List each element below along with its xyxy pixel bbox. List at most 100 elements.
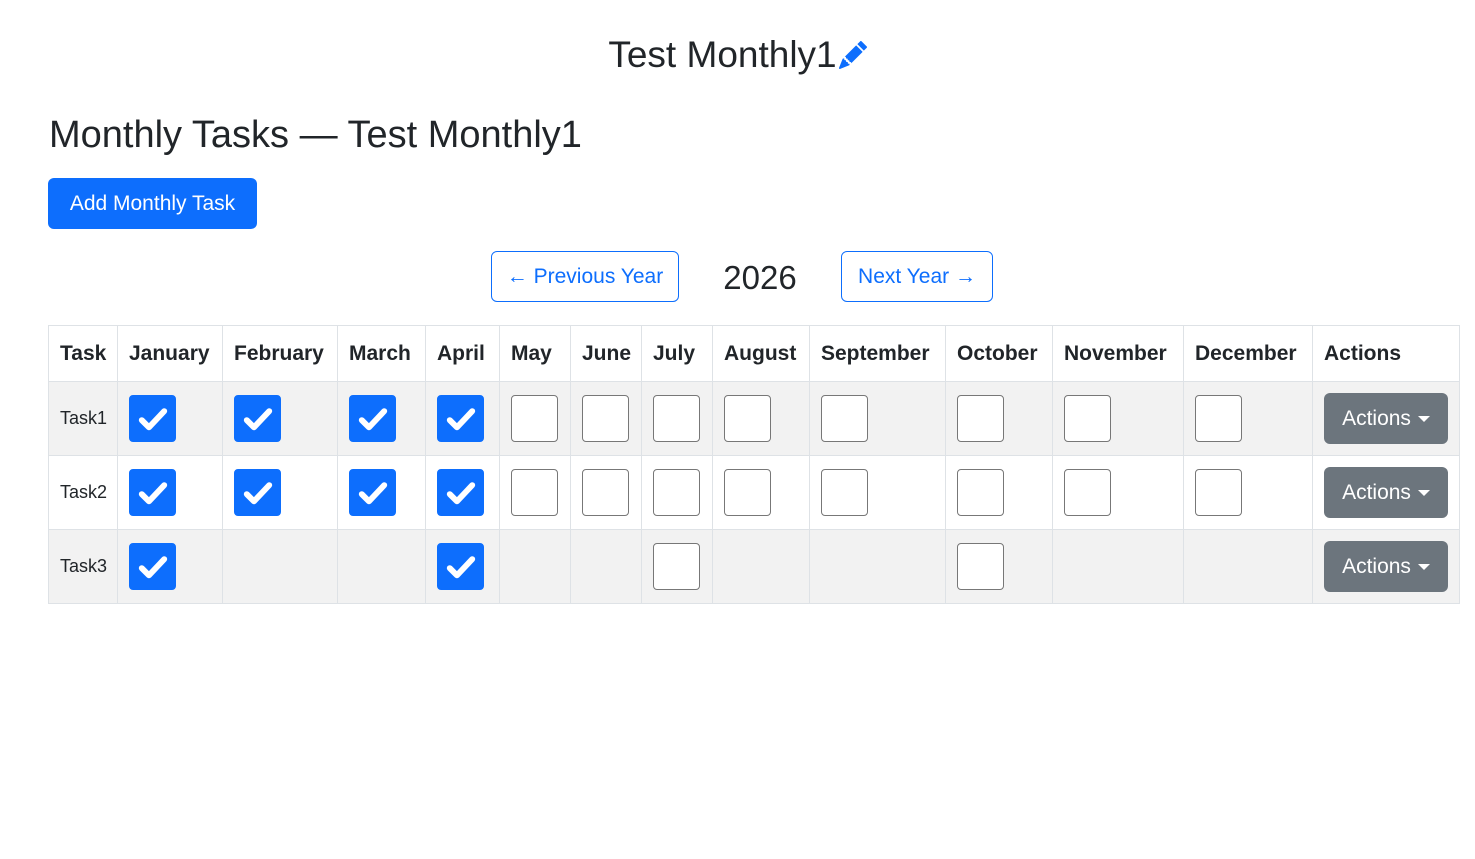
month-checkbox-august[interactable]	[724, 395, 771, 442]
month-cell-december	[1183, 455, 1313, 530]
month-checkbox-july[interactable]	[653, 469, 700, 516]
month-checkbox-july[interactable]	[653, 543, 700, 590]
task-name: Task1	[48, 381, 118, 456]
list-title-header: Test Monthly1	[0, 30, 1475, 80]
column-header-march: March	[337, 325, 426, 382]
month-checkbox-february[interactable]	[234, 469, 281, 516]
caret-down-icon	[1417, 415, 1430, 422]
actions-label: Actions	[1342, 480, 1411, 504]
month-cell-october	[945, 529, 1053, 604]
month-checkbox-october[interactable]	[957, 469, 1004, 516]
previous-year-button[interactable]: ← Previous Year	[491, 251, 679, 302]
column-header-january: January	[117, 325, 223, 382]
caret-down-icon	[1417, 489, 1430, 496]
checkmark-icon	[243, 482, 273, 505]
month-checkbox-january[interactable]	[129, 469, 176, 516]
month-cell-april	[425, 381, 500, 456]
column-header-may: May	[499, 325, 571, 382]
table-row: Task1 Actions	[48, 381, 1460, 456]
current-year: 2026	[723, 259, 797, 296]
month-cell-may	[499, 381, 571, 456]
month-cell-july	[641, 455, 713, 530]
month-cell-december	[1183, 529, 1313, 604]
column-header-task: Task	[48, 325, 118, 382]
month-checkbox-april[interactable]	[437, 469, 484, 516]
checkmark-icon	[243, 408, 273, 431]
month-cell-april	[425, 455, 500, 530]
column-header-april: April	[425, 325, 500, 382]
month-cell-january	[117, 381, 223, 456]
column-header-august: August	[712, 325, 810, 382]
month-checkbox-november[interactable]	[1064, 395, 1111, 442]
checkmark-icon	[358, 482, 388, 505]
actions-label: Actions	[1342, 554, 1411, 578]
list-title: Test Monthly1	[608, 34, 837, 75]
month-cell-september	[809, 381, 946, 456]
month-cell-september	[809, 529, 946, 604]
add-monthly-task-button[interactable]: Add Monthly Task	[48, 178, 257, 229]
month-checkbox-october[interactable]	[957, 395, 1004, 442]
month-checkbox-march[interactable]	[349, 395, 396, 442]
month-cell-april	[425, 529, 500, 604]
actions-dropdown-button[interactable]: Actions	[1324, 393, 1448, 444]
month-checkbox-may[interactable]	[511, 395, 558, 442]
month-cell-february	[222, 529, 338, 604]
month-cell-august	[712, 381, 810, 456]
month-checkbox-january[interactable]	[129, 543, 176, 590]
month-cell-october	[945, 455, 1053, 530]
month-cell-october	[945, 381, 1053, 456]
month-checkbox-january[interactable]	[129, 395, 176, 442]
table-body: Task1 Actions Task2 Actions Task3 Actions	[48, 381, 1460, 604]
month-cell-june	[570, 455, 642, 530]
month-checkbox-september[interactable]	[821, 469, 868, 516]
month-checkbox-june[interactable]	[582, 395, 629, 442]
checkmark-icon	[446, 408, 476, 431]
month-cell-february	[222, 381, 338, 456]
month-checkbox-august[interactable]	[724, 469, 771, 516]
month-cell-september	[809, 455, 946, 530]
actions-dropdown-button[interactable]: Actions	[1324, 467, 1448, 518]
month-checkbox-march[interactable]	[349, 469, 396, 516]
month-checkbox-october[interactable]	[957, 543, 1004, 590]
month-cell-august	[712, 455, 810, 530]
page-heading: Monthly Tasks — Test Monthly1	[49, 114, 582, 156]
column-header-june: June	[570, 325, 642, 382]
month-cell-january	[117, 529, 223, 604]
month-checkbox-april[interactable]	[437, 543, 484, 590]
month-checkbox-february[interactable]	[234, 395, 281, 442]
actions-cell: Actions	[1312, 381, 1460, 456]
actions-cell: Actions	[1312, 529, 1460, 604]
month-checkbox-july[interactable]	[653, 395, 700, 442]
checkmark-icon	[446, 556, 476, 579]
month-checkbox-may[interactable]	[511, 469, 558, 516]
checkmark-icon	[138, 482, 168, 505]
month-cell-march	[337, 529, 426, 604]
month-checkbox-april[interactable]	[437, 395, 484, 442]
month-cell-july	[641, 529, 713, 604]
month-checkbox-december[interactable]	[1195, 469, 1242, 516]
month-checkbox-june[interactable]	[582, 469, 629, 516]
month-cell-june	[570, 529, 642, 604]
month-cell-december	[1183, 381, 1313, 456]
column-header-actions: Actions	[1312, 325, 1460, 382]
column-header-september: September	[809, 325, 946, 382]
task-name: Task2	[48, 455, 118, 530]
month-cell-february	[222, 455, 338, 530]
actions-label: Actions	[1342, 406, 1411, 430]
pencil-icon[interactable]	[838, 32, 867, 69]
month-cell-june	[570, 381, 642, 456]
month-checkbox-september[interactable]	[821, 395, 868, 442]
column-header-december: December	[1183, 325, 1313, 382]
table-header-row: Task January February March April May Ju…	[48, 325, 1460, 382]
actions-dropdown-button[interactable]: Actions	[1324, 541, 1448, 592]
month-cell-november	[1052, 455, 1184, 530]
column-header-july: July	[641, 325, 713, 382]
checkmark-icon	[446, 482, 476, 505]
month-checkbox-december[interactable]	[1195, 395, 1242, 442]
checkmark-icon	[138, 556, 168, 579]
table-row: Task2 Actions	[48, 455, 1460, 530]
month-checkbox-november[interactable]	[1064, 469, 1111, 516]
column-header-october: October	[945, 325, 1053, 382]
next-year-button[interactable]: Next Year →	[841, 251, 993, 302]
month-cell-may	[499, 455, 571, 530]
